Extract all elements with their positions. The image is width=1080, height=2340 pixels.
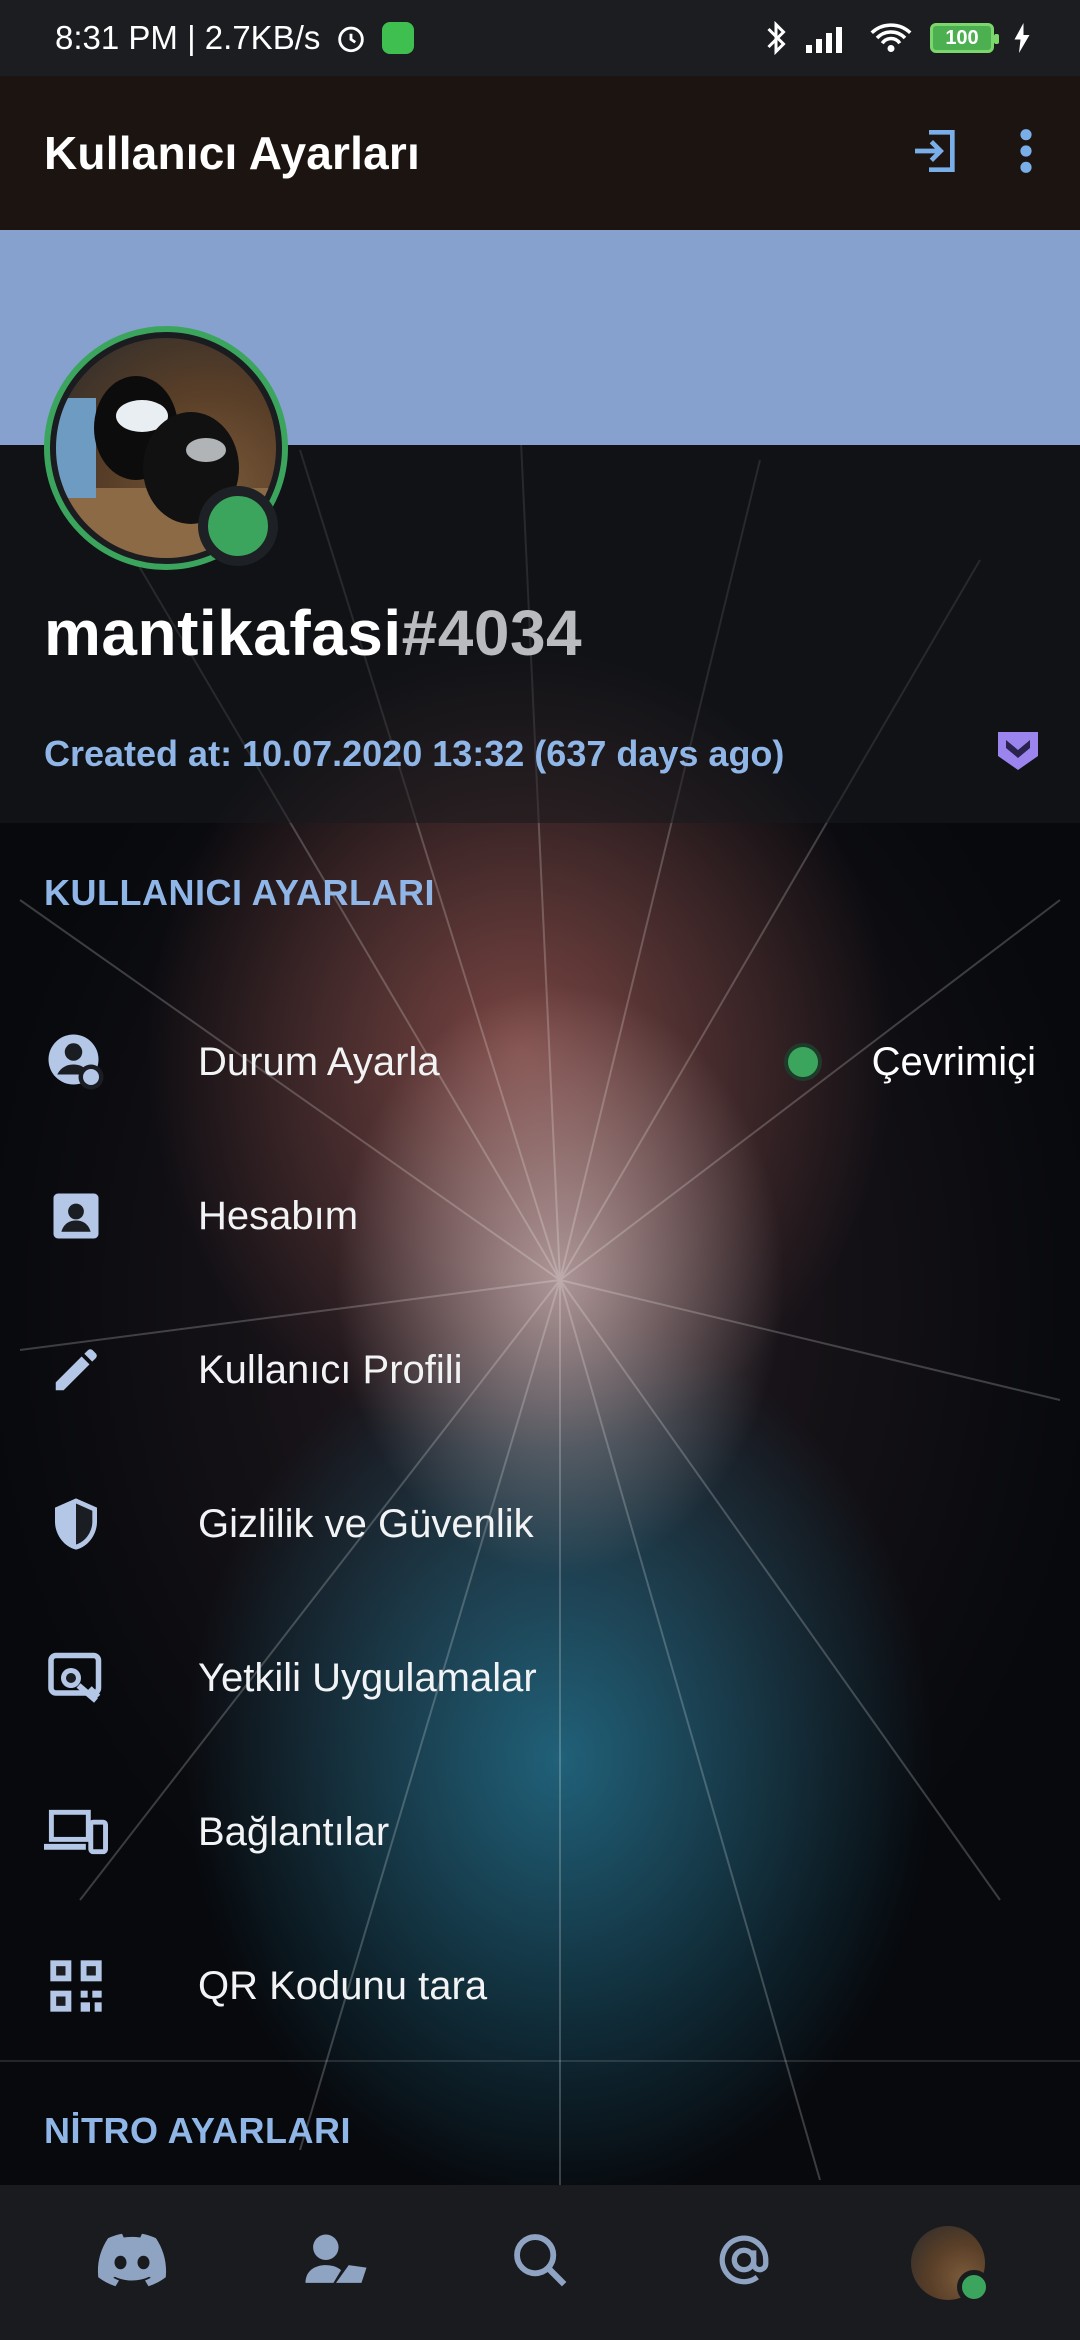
username: mantikafasi#4034 [44,596,582,670]
menu-item-set-status[interactable]: Durum Ayarla Çevrimiçi [0,985,1080,1139]
more-vertical-icon[interactable] [1016,123,1036,184]
signal-icon [806,23,852,53]
username-name: mantikafasi [44,597,402,669]
shield-icon [44,1492,108,1556]
nav-profile[interactable] [888,2203,1008,2323]
menu-item-scan-qr[interactable]: QR Kodunu tara [0,1909,1080,2063]
page-title: Kullanıcı Ayarları [44,127,421,179]
menu-item-label: Kullanıcı Profili [198,1347,463,1392]
nav-search[interactable] [480,2203,600,2323]
section-nitro-settings: NİTRO AYARLARI [44,2110,352,2151]
charging-icon [1012,23,1032,53]
nav-friends[interactable] [276,2203,396,2323]
bottom-navigation [0,2185,1080,2340]
menu-item-user-profile[interactable]: Kullanıcı Profili [0,1293,1080,1447]
status-bar: 8:31 PM | 2.7KB/s 100 [0,0,1080,76]
qr-code-icon [44,1954,108,2018]
authorized-apps-icon [44,1646,108,1710]
menu-item-label: Gizlilik ve Güvenlik [198,1501,534,1546]
menu-item-privacy-security[interactable]: Gizlilik ve Güvenlik [0,1447,1080,1601]
nav-mentions[interactable] [684,2203,804,2323]
menu-item-label: Durum Ayarla [198,1039,440,1084]
section-user-settings: KULLANICI AYARLARI [44,872,436,913]
menu-item-label: Hesabım [198,1193,359,1238]
alarm-icon [334,21,368,55]
bluetooth-icon [764,20,788,56]
current-status-label: Çevrimiçi [871,1039,1036,1084]
menu-item-label: Yetkili Uygulamalar [198,1655,537,1700]
account-icon [44,1184,108,1248]
profile-avatar [911,2225,991,2304]
battery-indicator: 100 [930,23,999,53]
menu-item-connections[interactable]: Bağlantılar [0,1755,1080,1909]
status-time: 8:31 PM | 2.7KB/s [55,19,321,56]
search-icon [511,2231,569,2294]
discord-home-icon [97,2233,167,2292]
friends-icon [305,2232,367,2293]
current-status: Çevrimiçi [783,1039,1036,1085]
account-created-date: Created at: 10.07.2020 13:32 (637 days a… [44,733,785,774]
app-notification-icon [382,22,415,54]
nav-home[interactable] [72,2203,192,2323]
pencil-icon [44,1338,108,1402]
menu-item-label: QR Kodunu tara [198,1963,488,2008]
section-divider [0,2060,1080,2062]
logout-icon[interactable] [908,123,964,184]
hypesquad-badge-icon[interactable] [994,726,1042,779]
status-icon [44,1030,108,1094]
menu-item-my-account[interactable]: Hesabım [0,1139,1080,1293]
menu-item-label: Bağlantılar [198,1809,390,1854]
settings-menu: Durum Ayarla Çevrimiçi Hesabım Kullanıcı… [0,985,1080,2063]
online-status-badge [198,486,278,566]
devices-icon [44,1800,108,1864]
app-header: Kullanıcı Ayarları [0,76,1080,230]
online-dot-icon [783,1043,822,1081]
mentions-icon [715,2231,773,2294]
menu-item-authorized-apps[interactable]: Yetkili Uygulamalar [0,1601,1080,1755]
username-discriminator: #4034 [401,597,583,669]
wifi-icon [870,22,912,54]
